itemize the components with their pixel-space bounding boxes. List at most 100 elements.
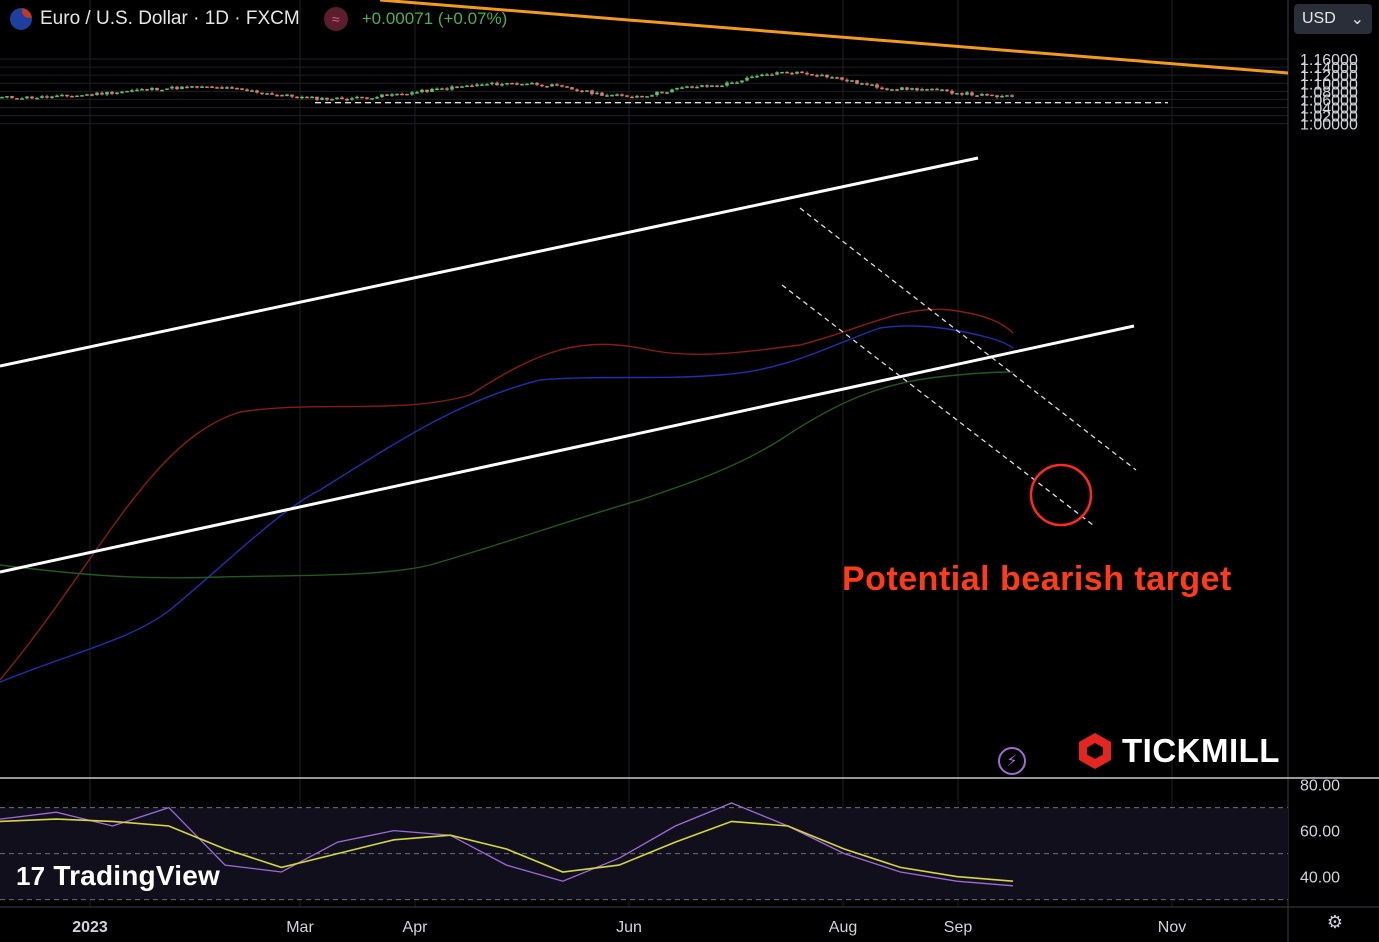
candle-body	[40, 96, 44, 98]
candle-body	[130, 90, 134, 92]
candle-body	[265, 93, 269, 95]
gear-icon[interactable]: ⚙	[1324, 912, 1346, 934]
candle-body	[320, 97, 324, 100]
candle-body	[215, 87, 219, 89]
tradingview-wordmark: TradingView	[53, 860, 220, 891]
candle-body	[100, 92, 104, 95]
candle-body	[510, 82, 514, 85]
candle-body	[425, 89, 429, 92]
candle-body	[485, 84, 489, 86]
candle-body	[1010, 95, 1014, 97]
chart-canvas[interactable]: 1.160001.140001.120001.100001.080001.060…	[0, 0, 1379, 942]
candle-body	[550, 84, 554, 87]
candle-body	[505, 82, 509, 85]
candle-body	[730, 82, 734, 84]
ma-red-line	[0, 308, 1014, 681]
symbol-title[interactable]: Euro / U.S. Dollar · 1D · FXCM	[40, 8, 300, 30]
candle-body	[190, 86, 194, 88]
candle-body	[45, 96, 49, 98]
candle-body	[920, 89, 924, 91]
candle-body	[780, 71, 784, 74]
candle-body	[700, 85, 704, 87]
time-tick-label: Mar	[286, 919, 314, 936]
candle-body	[590, 90, 594, 95]
candle-body	[585, 90, 589, 92]
candle-body	[650, 95, 654, 97]
candle-body	[775, 72, 779, 75]
candle-body	[845, 79, 849, 82]
candle-body	[315, 96, 319, 100]
candle-body	[625, 95, 629, 97]
candle-body	[635, 95, 639, 98]
candle-body	[660, 91, 664, 94]
candle-body	[390, 94, 394, 96]
candle-body	[1000, 95, 1004, 98]
candle-body	[115, 92, 119, 95]
candle-body	[530, 82, 534, 85]
candle-body	[605, 95, 609, 97]
candle-body	[670, 89, 674, 93]
candle-body	[465, 85, 469, 88]
candle-body	[740, 80, 744, 83]
candle-body	[595, 92, 599, 95]
time-tick-label: Apr	[403, 919, 429, 936]
candle-body	[735, 82, 739, 84]
candle-body	[935, 88, 939, 91]
candle-body	[275, 94, 279, 97]
candle-body	[975, 95, 979, 97]
candle-body	[680, 87, 684, 89]
candle-body	[685, 86, 689, 88]
candle-body	[450, 86, 454, 90]
candle-body	[435, 88, 439, 91]
candle-body	[885, 88, 889, 90]
candle-body	[970, 92, 974, 96]
candle-body	[30, 96, 34, 99]
approx-icon[interactable]: ≈	[323, 7, 348, 31]
candle-body	[760, 74, 764, 76]
candle-body	[695, 86, 699, 89]
candle-body	[210, 86, 214, 88]
currency-select[interactable]: USD ⌄	[1294, 4, 1372, 34]
candle-body	[270, 93, 274, 95]
candle-body	[65, 94, 69, 97]
candle-body	[230, 87, 234, 89]
rsi-tick-label: 80.00	[1300, 778, 1340, 795]
candle-body	[755, 75, 759, 78]
candle-body	[290, 94, 294, 97]
candle-body	[95, 92, 99, 95]
candle-body	[400, 93, 404, 96]
candle-body	[250, 90, 254, 92]
candle-body	[985, 94, 989, 96]
candle-body	[175, 86, 179, 90]
candle-body	[20, 98, 24, 100]
tradingview-logo[interactable]: 17 TradingView	[16, 860, 220, 892]
candle-body	[170, 86, 174, 89]
candle-body	[25, 96, 29, 99]
rsi-tick-label: 40.00	[1300, 870, 1340, 887]
candle-body	[240, 88, 244, 90]
candle-body	[785, 71, 789, 74]
candle-body	[385, 94, 389, 96]
candle-body	[330, 99, 334, 101]
candle-body	[455, 86, 459, 88]
candle-body	[55, 95, 59, 97]
candle-body	[800, 71, 804, 74]
candle-body	[665, 92, 669, 94]
ma-blue-line	[0, 325, 1014, 683]
candle-body	[345, 98, 349, 101]
candle-body	[950, 90, 954, 94]
candle-body	[475, 84, 479, 86]
candle-body	[305, 96, 309, 99]
candle-body	[205, 86, 209, 88]
candle-body	[360, 96, 364, 99]
time-tick-label: Aug	[829, 919, 857, 936]
candle-body	[235, 88, 239, 90]
candle-body	[10, 96, 14, 99]
lightning-icon[interactable]: ⚡	[998, 747, 1026, 775]
candle-body	[615, 94, 619, 96]
candle-body	[430, 88, 434, 92]
tradingview-mark-icon: 17	[16, 860, 46, 891]
ma-orange-line	[379, 0, 1289, 75]
candle-body	[90, 94, 94, 96]
candle-body	[545, 85, 549, 88]
